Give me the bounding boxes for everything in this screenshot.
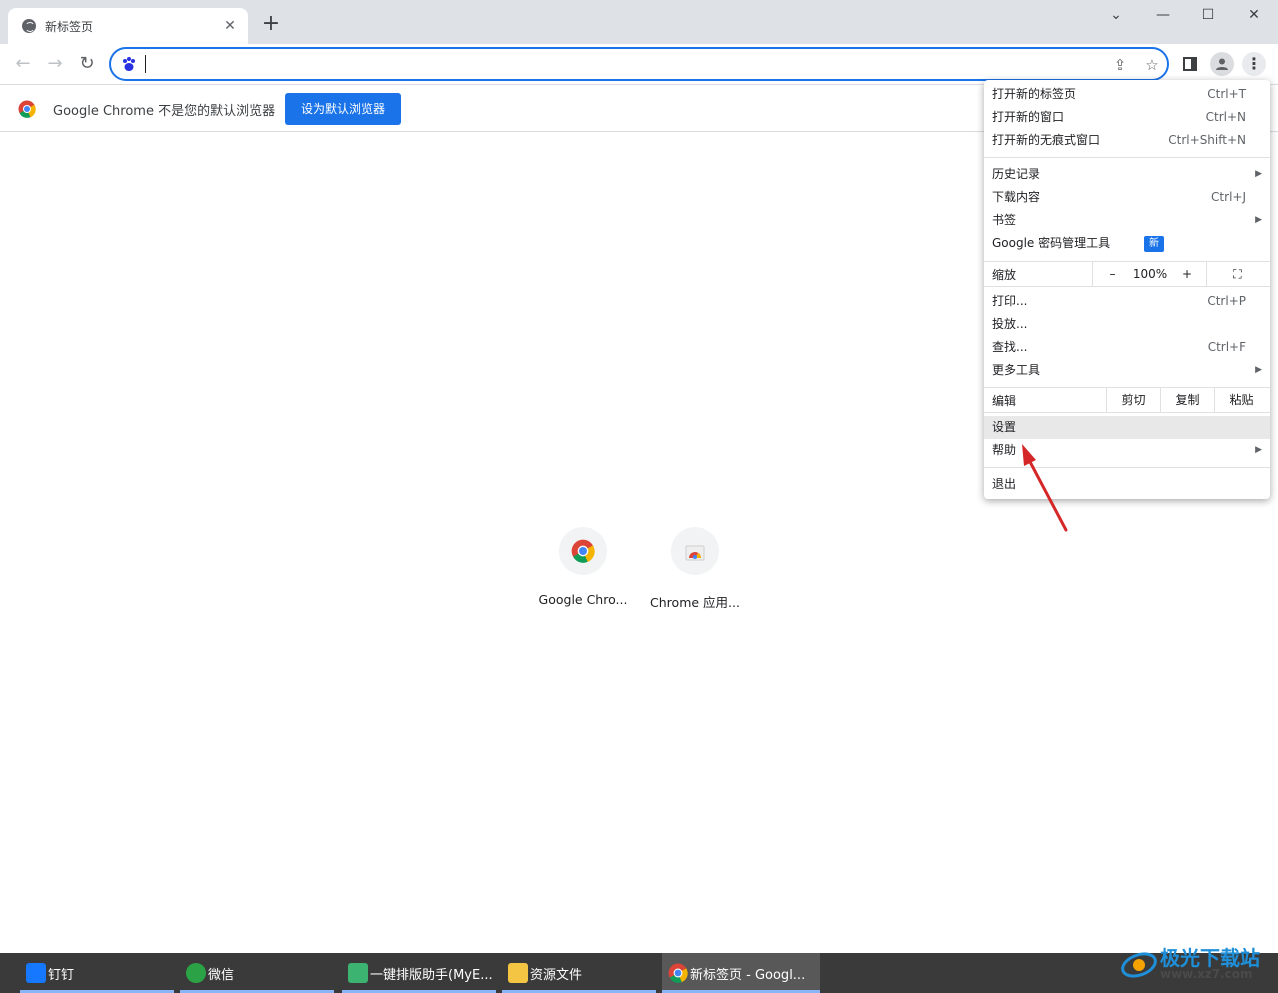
tab-close-icon[interactable]: ✕ bbox=[222, 18, 238, 34]
shortcut-tile bbox=[559, 527, 607, 575]
menu-item-downloads[interactable]: 下载内容 Ctrl+J bbox=[984, 186, 1270, 209]
submenu-arrow-icon: ▶ bbox=[1255, 169, 1262, 179]
text-caret bbox=[145, 55, 146, 73]
watermark-logo-icon bbox=[1121, 952, 1157, 978]
address-input[interactable] bbox=[147, 53, 1047, 75]
menu-item-bookmarks[interactable]: 书签 ▶ bbox=[984, 209, 1270, 232]
menu-separator bbox=[984, 157, 1270, 158]
chrome-menu-button[interactable]: ⋮ bbox=[1242, 52, 1266, 76]
edit-label: 编辑 bbox=[992, 394, 1017, 408]
shortcut-chrome-apps[interactable]: Chrome 应用... bbox=[639, 527, 751, 611]
red-arrow-annotation bbox=[1022, 444, 1068, 532]
watermark-url: www.xz7.com bbox=[1160, 967, 1253, 981]
address-bar[interactable]: ⇪ ☆ bbox=[109, 47, 1169, 81]
menu-item-password-manager[interactable]: Google 密码管理工具新 bbox=[984, 232, 1270, 255]
zoom-level: 100% bbox=[1132, 267, 1168, 281]
shortcut-tile bbox=[671, 527, 719, 575]
minimize-button[interactable]: — bbox=[1148, 4, 1178, 26]
chrome-logo-icon bbox=[18, 100, 36, 118]
shortcut-google-chrome[interactable]: Google Chro... bbox=[527, 527, 639, 607]
menu-item-find[interactable]: 查找... Ctrl+F bbox=[984, 336, 1270, 359]
set-default-browser-button[interactable]: 设为默认浏览器 bbox=[285, 93, 401, 125]
dingtalk-icon bbox=[26, 963, 46, 983]
submenu-arrow-icon: ▶ bbox=[1255, 445, 1262, 455]
baidu-paw-icon bbox=[123, 57, 135, 71]
paste-button[interactable]: 粘贴 bbox=[1214, 388, 1268, 413]
zoom-in-button[interactable]: + bbox=[1168, 262, 1206, 287]
copy-button[interactable]: 复制 bbox=[1160, 388, 1214, 413]
infobar-message: Google Chrome 不是您的默认浏览器 bbox=[53, 104, 276, 119]
submenu-arrow-icon: ▶ bbox=[1255, 215, 1262, 225]
site-watermark: 极光下载站 www.xz7.com bbox=[1120, 940, 1278, 990]
myeditor-icon bbox=[348, 963, 368, 983]
menu-item-new-tab[interactable]: 打开新的标签页 Ctrl+T bbox=[984, 83, 1270, 106]
tab-new-tab[interactable]: 新标签页 ✕ bbox=[8, 8, 248, 44]
menu-item-print[interactable]: 打印... Ctrl+P bbox=[984, 290, 1270, 313]
folder-icon bbox=[508, 963, 528, 983]
menu-edit-row: 编辑 剪切 复制 粘贴 bbox=[984, 387, 1270, 413]
taskbar-item-dingtalk[interactable]: 钉钉 bbox=[20, 953, 174, 993]
chrome-logo-icon bbox=[668, 963, 688, 983]
chrome-web-store-icon bbox=[685, 545, 705, 561]
menu-item-new-incognito[interactable]: 打开新的无痕式窗口 Ctrl+Shift+N bbox=[984, 129, 1270, 152]
side-panel-icon[interactable] bbox=[1178, 52, 1202, 76]
taskbar-item-chrome[interactable]: 新标签页 - Googl... bbox=[662, 953, 820, 993]
new-badge: 新 bbox=[1144, 236, 1164, 252]
globe-icon bbox=[22, 19, 36, 33]
maximize-button[interactable]: ☐ bbox=[1193, 4, 1223, 26]
taskbar-item-file-explorer[interactable]: 资源文件 bbox=[502, 953, 656, 993]
toolbar: ← → ↻ ⇪ ☆ ⋮ bbox=[0, 44, 1278, 84]
taskbar-item-myeditor[interactable]: 一键排版助手(MyE... bbox=[342, 953, 496, 993]
cut-button[interactable]: 剪切 bbox=[1106, 388, 1160, 413]
chrome-logo-icon bbox=[571, 539, 595, 563]
profile-avatar-icon[interactable] bbox=[1210, 52, 1234, 76]
share-icon[interactable]: ⇪ bbox=[1111, 56, 1129, 74]
back-button[interactable]: ← bbox=[11, 52, 35, 76]
fullscreen-icon[interactable]: ⛶ bbox=[1206, 262, 1268, 287]
close-window-button[interactable]: ✕ bbox=[1239, 4, 1269, 26]
new-tab-button[interactable]: + bbox=[259, 12, 283, 36]
shortcut-label: Google Chro... bbox=[538, 592, 628, 607]
taskbar-item-wechat[interactable]: 微信 bbox=[180, 953, 334, 993]
bookmark-star-icon[interactable]: ☆ bbox=[1143, 56, 1161, 74]
shortcut-label: Chrome 应用... bbox=[650, 595, 740, 610]
menu-item-more-tools[interactable]: 更多工具 ▶ bbox=[984, 359, 1270, 382]
tab-search-icon[interactable]: ⌄ bbox=[1101, 4, 1131, 26]
wechat-icon bbox=[186, 963, 206, 983]
windows-taskbar: 钉钉 微信 一键排版助手(MyE... 资源文件 新标签页 - Googl... bbox=[0, 953, 1278, 993]
menu-item-new-window[interactable]: 打开新的窗口 Ctrl+N bbox=[984, 106, 1270, 129]
menu-item-cast[interactable]: 投放... bbox=[984, 313, 1270, 336]
tab-strip: 新标签页 ✕ + ⌄ — ☐ ✕ bbox=[0, 0, 1278, 44]
forward-button[interactable]: → bbox=[43, 52, 67, 76]
menu-item-history[interactable]: 历史记录 ▶ bbox=[984, 163, 1270, 186]
menu-zoom-row: 缩放 – 100% + ⛶ bbox=[984, 261, 1270, 287]
zoom-label: 缩放 bbox=[992, 268, 1017, 282]
reload-button[interactable]: ↻ bbox=[75, 52, 99, 76]
submenu-arrow-icon: ▶ bbox=[1255, 365, 1262, 375]
zoom-out-button[interactable]: – bbox=[1092, 262, 1132, 287]
tab-title: 新标签页 bbox=[45, 19, 94, 34]
